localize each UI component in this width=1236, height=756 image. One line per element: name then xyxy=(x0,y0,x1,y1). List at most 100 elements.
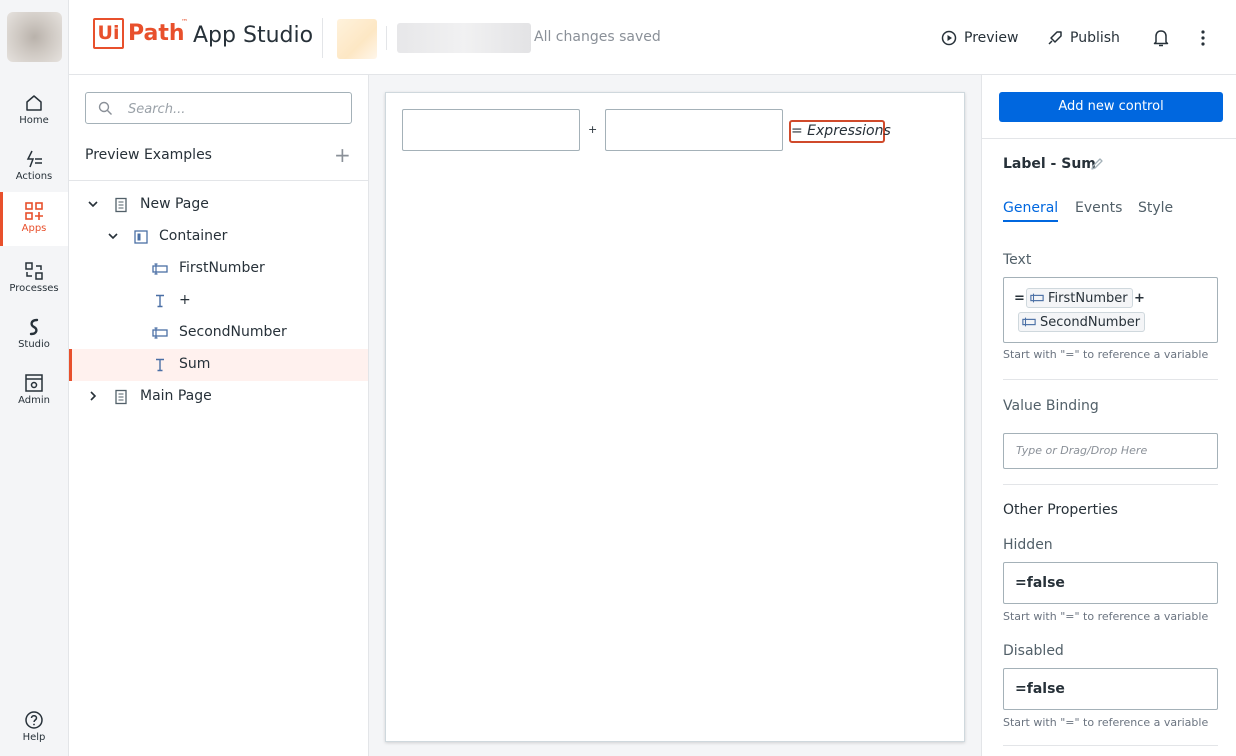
rail-item-home[interactable]: Home xyxy=(0,88,68,140)
hidden-label: Hidden xyxy=(1003,537,1053,553)
app-tree-panel: Preview Examples + New Page Container Fi… xyxy=(69,75,369,756)
header-divider xyxy=(386,26,387,50)
disabled-field[interactable]: =false xyxy=(1003,668,1218,710)
text-label-icon xyxy=(156,358,164,372)
rail-label-admin: Admin xyxy=(18,395,50,406)
home-icon xyxy=(26,95,42,111)
value-binding-field[interactable]: Type or Drag/Drop Here xyxy=(1003,433,1218,469)
org-avatar[interactable] xyxy=(7,12,62,62)
tab-events[interactable]: Events xyxy=(1075,200,1122,216)
canvas-label-sum-selected[interactable]: = Expressions xyxy=(789,120,891,143)
logo-trademark: ™ xyxy=(181,18,188,26)
tree-node-label: New Page xyxy=(140,196,209,212)
rail-label-actions: Actions xyxy=(15,171,53,182)
divider xyxy=(1003,484,1218,485)
more-options-button[interactable] xyxy=(1195,27,1211,49)
canvas-textbox-secondnumber[interactable] xyxy=(605,109,783,151)
value-binding-placeholder: Type or Drag/Drop Here xyxy=(1016,444,1148,457)
project-title: Preview Examples xyxy=(85,147,212,163)
expr-equals: = xyxy=(1014,291,1025,306)
chevron-down-icon[interactable] xyxy=(87,198,99,210)
disabled-label: Disabled xyxy=(1003,643,1064,659)
logo-path-text: Path xyxy=(128,21,185,46)
text-hint: Start with "=" to reference a variable xyxy=(1003,348,1209,361)
tree-node-label: Sum xyxy=(179,356,211,372)
rail-item-actions[interactable]: Actions xyxy=(0,144,68,196)
notifications-button[interactable] xyxy=(1152,27,1170,49)
search-icon xyxy=(98,101,112,115)
add-page-button[interactable]: + xyxy=(334,145,351,165)
design-canvas-area: + = Expressions xyxy=(369,75,981,756)
pencil-icon[interactable] xyxy=(1090,157,1104,171)
disabled-hint: Start with "=" to reference a variable xyxy=(1003,716,1209,729)
chevron-right-icon[interactable] xyxy=(87,390,99,402)
tree-search[interactable] xyxy=(85,92,352,124)
tab-general[interactable]: General xyxy=(1003,200,1059,222)
tree-node-new-page[interactable]: New Page xyxy=(69,189,368,221)
preview-button[interactable]: Preview xyxy=(941,27,1019,49)
chip-label: FirstNumber xyxy=(1048,290,1128,306)
canvas-label-plus[interactable]: + xyxy=(588,123,597,136)
textbox-icon xyxy=(152,327,168,339)
apps-icon xyxy=(25,202,43,220)
rail-item-studio[interactable]: Studio xyxy=(0,312,68,364)
divider xyxy=(69,180,368,181)
top-header: Ui Path ™ App Studio All changes saved P… xyxy=(69,0,1236,75)
app-icon-blurred xyxy=(337,19,377,59)
tree-node-sum[interactable]: Sum xyxy=(69,349,368,381)
rocket-icon xyxy=(1048,31,1062,45)
chevron-down-icon[interactable] xyxy=(107,230,119,242)
header-divider xyxy=(322,18,323,58)
bell-icon xyxy=(1153,30,1169,47)
rail-item-processes[interactable]: Processes xyxy=(0,256,68,308)
rail-item-apps[interactable]: Apps xyxy=(0,192,68,246)
canvas-textbox-firstnumber[interactable] xyxy=(402,109,580,151)
more-vertical-icon xyxy=(1201,30,1205,46)
publish-label: Publish xyxy=(1070,30,1120,46)
divider xyxy=(1003,745,1218,746)
text-expression-field[interactable]: = FirstNumber + SecondNumber xyxy=(1003,277,1218,343)
tree-node-label: FirstNumber xyxy=(179,260,265,276)
tree-node-firstnumber[interactable]: FirstNumber xyxy=(69,253,368,285)
tree-node-container[interactable]: Container xyxy=(69,221,368,253)
search-input[interactable] xyxy=(128,99,338,119)
preview-label: Preview xyxy=(964,30,1019,46)
publish-button[interactable]: Publish xyxy=(1047,27,1120,49)
rail-label-studio: Studio xyxy=(18,339,50,350)
rail-item-help[interactable]: Help xyxy=(0,706,68,750)
play-circle-icon xyxy=(941,30,957,46)
tree-node-label: SecondNumber xyxy=(179,324,287,340)
control-name: Label - Sum xyxy=(1003,156,1096,172)
tab-style[interactable]: Style xyxy=(1138,200,1173,216)
tree-node-label: Container xyxy=(159,228,228,244)
variable-chip-firstnumber[interactable]: FirstNumber xyxy=(1026,288,1133,308)
rail-label-apps: Apps xyxy=(21,223,47,234)
app-root: Home Actions Apps Processes Studio Admin… xyxy=(0,0,1236,756)
tree-node-label: + xyxy=(179,292,191,308)
textbox-icon xyxy=(1030,293,1044,303)
text-property-label: Text xyxy=(1003,252,1032,268)
rail-label-help: Help xyxy=(22,732,46,743)
textbox-icon xyxy=(1022,317,1036,327)
tree-node-label: Main Page xyxy=(140,388,212,404)
save-status: All changes saved xyxy=(534,29,661,45)
divider xyxy=(982,138,1236,139)
app-name-blurred[interactable] xyxy=(397,23,531,53)
page-canvas[interactable]: + = Expressions xyxy=(385,92,965,742)
page-icon xyxy=(115,389,127,405)
tree-node-main-page[interactable]: Main Page xyxy=(69,381,368,413)
rail-item-admin[interactable]: Admin xyxy=(0,368,68,420)
hidden-field[interactable]: =false xyxy=(1003,562,1218,604)
divider xyxy=(1003,379,1218,380)
properties-panel: Add new control Label - Sum General Even… xyxy=(981,75,1236,756)
textbox-icon xyxy=(152,263,168,275)
tree-node-plus[interactable]: + xyxy=(69,285,368,317)
add-control-button[interactable]: Add new control xyxy=(999,92,1223,122)
tree-node-secondnumber[interactable]: SecondNumber xyxy=(69,317,368,349)
other-properties-header: Other Properties xyxy=(1003,502,1118,518)
variable-chip-secondnumber[interactable]: SecondNumber xyxy=(1018,312,1146,332)
hidden-hint: Start with "=" to reference a variable xyxy=(1003,610,1209,623)
page-icon xyxy=(115,197,127,213)
value-binding-label: Value Binding xyxy=(1003,398,1099,414)
actions-icon xyxy=(26,150,42,168)
